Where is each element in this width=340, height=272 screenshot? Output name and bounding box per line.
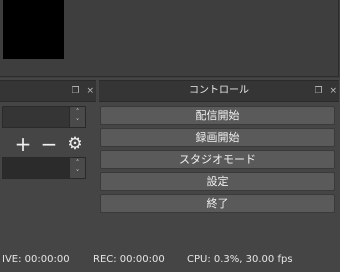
close-icon[interactable]: ×: [329, 86, 337, 96]
controls-dock-title: コントロール: [189, 85, 249, 96]
live-status: IVE: 00:00:00: [2, 254, 70, 265]
add-icon[interactable]: +: [14, 134, 32, 154]
spin-down-icon[interactable]: ˅: [70, 168, 85, 178]
cpu-status: CPU: 0.3%, 30.00 fps: [187, 254, 293, 265]
scenes-dock-titlebar[interactable]: ❐ ×: [0, 80, 96, 102]
rec-status: REC: 00:00:00: [93, 254, 165, 265]
start-streaming-button[interactable]: 配信開始: [100, 106, 335, 125]
float-icon[interactable]: ❐: [72, 86, 80, 96]
scene-toolbar: + − ⚙: [14, 133, 84, 155]
preview-canvas[interactable]: [3, 0, 64, 59]
spin-up-icon[interactable]: ˄: [70, 158, 85, 168]
studio-mode-button[interactable]: スタジオモード: [100, 150, 335, 169]
close-icon[interactable]: ×: [86, 86, 94, 96]
start-recording-button[interactable]: 録画開始: [100, 128, 335, 147]
transition-spinbox[interactable]: ˄ ˅: [2, 157, 86, 179]
status-bar: IVE: 00:00:00 REC: 00:00:00 CPU: 0.3%, 3…: [0, 248, 340, 272]
scene-spinbox[interactable]: ˄ ˅: [2, 106, 86, 128]
spin-down-icon[interactable]: ˅: [70, 117, 85, 127]
spin-arrows[interactable]: ˄ ˅: [69, 158, 85, 178]
gear-icon[interactable]: ⚙: [66, 134, 84, 154]
exit-button[interactable]: 終了: [100, 194, 335, 213]
settings-button[interactable]: 設定: [100, 172, 335, 191]
spin-arrows[interactable]: ˄ ˅: [69, 107, 85, 127]
float-icon[interactable]: ❐: [315, 86, 323, 96]
remove-icon[interactable]: −: [40, 134, 58, 154]
controls-dock: コントロール ❐ × 配信開始 録画開始 スタジオモード 設定 終了: [99, 80, 340, 265]
spin-up-icon[interactable]: ˄: [70, 107, 85, 117]
controls-dock-titlebar[interactable]: コントロール ❐ ×: [99, 80, 339, 102]
preview-area: [0, 0, 340, 78]
